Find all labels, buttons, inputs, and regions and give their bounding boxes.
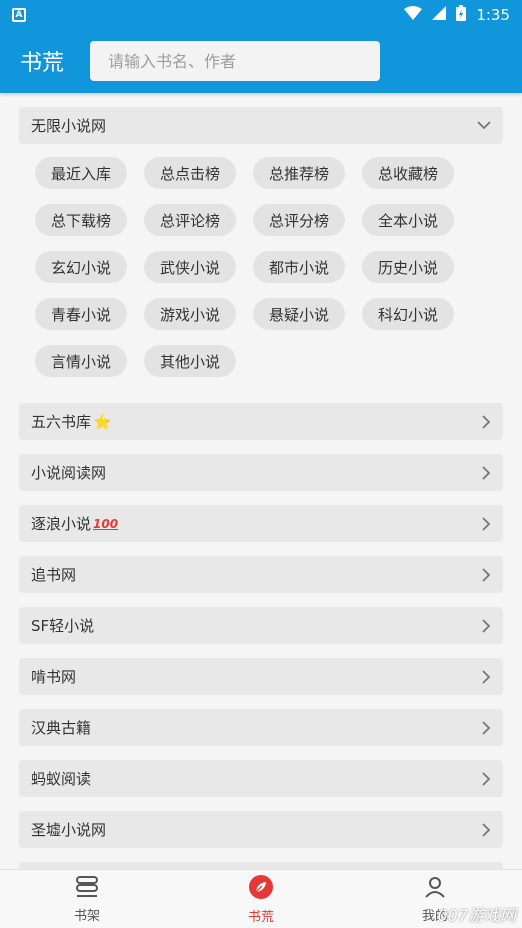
category-chip[interactable]: 全本小说 bbox=[362, 204, 454, 236]
chevron-right-icon bbox=[482, 414, 491, 429]
wifi-icon bbox=[404, 5, 423, 24]
app-bar: 书荒 bbox=[0, 29, 522, 93]
nav-label: 书架 bbox=[73, 908, 100, 924]
source-name: SF轻小说 bbox=[31, 617, 95, 635]
chevron-right-icon bbox=[482, 516, 491, 531]
source-row[interactable]: 汉典古籍 bbox=[19, 709, 503, 746]
category-chip[interactable]: 青春小说 bbox=[35, 298, 127, 330]
category-chip[interactable]: 言情小说 bbox=[35, 345, 127, 377]
category-chip[interactable]: 总评论榜 bbox=[144, 204, 236, 236]
nav-label: 书荒 bbox=[247, 909, 274, 925]
source-row[interactable]: 追书网 bbox=[19, 556, 503, 593]
source-row[interactable]: 小说阅读网 bbox=[19, 454, 503, 491]
chevron-right-icon bbox=[482, 567, 491, 582]
battery-icon bbox=[456, 4, 467, 25]
nav-bookshelf[interactable]: 书架 bbox=[0, 870, 174, 928]
chevron-right-icon bbox=[482, 669, 491, 684]
category-chip[interactable]: 最近入库 bbox=[35, 157, 127, 189]
category-chip[interactable]: 武侠小说 bbox=[144, 251, 236, 283]
category-chip[interactable]: 游戏小说 bbox=[144, 298, 236, 330]
source-row[interactable]: 啃书网 bbox=[19, 658, 503, 695]
source-row[interactable] bbox=[19, 862, 503, 869]
category-chip[interactable]: 总下载榜 bbox=[35, 204, 127, 236]
source-name: 蚂蚁阅读 bbox=[31, 770, 92, 788]
source-name: 汉典古籍 bbox=[31, 719, 92, 737]
source-name: 啃书网 bbox=[31, 668, 77, 686]
leaf-icon bbox=[248, 874, 274, 904]
source-row[interactable]: 圣墟小说网 bbox=[19, 811, 503, 848]
chevron-down-icon bbox=[477, 121, 491, 130]
chevron-right-icon bbox=[482, 720, 491, 735]
source-row[interactable]: 逐浪小说 100 bbox=[19, 505, 503, 542]
source-name: 圣墟小说网 bbox=[31, 821, 107, 839]
signal-icon bbox=[432, 5, 447, 24]
chevron-right-icon bbox=[482, 618, 491, 633]
status-bar: A 1:35 bbox=[0, 0, 522, 29]
category-chip[interactable]: 科幻小说 bbox=[362, 298, 454, 330]
chevron-right-icon bbox=[482, 822, 491, 837]
source-row[interactable]: 蚂蚁阅读 bbox=[19, 760, 503, 797]
page-title: 书荒 bbox=[20, 51, 65, 76]
clock: 1:35 bbox=[476, 5, 510, 24]
app-notification-icon: A bbox=[12, 7, 26, 22]
nav-discover[interactable]: 书荒 bbox=[174, 870, 348, 928]
watermark: 007游戏网 bbox=[437, 906, 516, 925]
star-icon: ⭐ bbox=[93, 412, 112, 431]
source-name: 五六书库 bbox=[31, 413, 92, 431]
source-list: 无限小说网 最近入库 总点击榜 总推荐榜 总收藏榜总下载榜 总评论榜 总评分榜 全本小说玄幻… bbox=[0, 93, 522, 869]
category-chip[interactable]: 总推荐榜 bbox=[253, 157, 345, 189]
category-chip[interactable]: 历史小说 bbox=[362, 251, 454, 283]
source-row[interactable]: SF轻小说 bbox=[19, 607, 503, 644]
category-chip[interactable]: 悬疑小说 bbox=[253, 298, 345, 330]
chevron-right-icon bbox=[482, 465, 491, 480]
bookshelf-icon bbox=[74, 875, 100, 903]
source-name: 无限小说网 bbox=[31, 117, 107, 135]
person-icon bbox=[423, 875, 447, 903]
category-chip[interactable]: 其他小说 bbox=[144, 345, 236, 377]
source-name: 小说阅读网 bbox=[31, 464, 107, 482]
hundred-points-icon: 100 bbox=[93, 516, 119, 531]
source-name: 追书网 bbox=[31, 566, 77, 584]
category-chip[interactable]: 总收藏榜 bbox=[362, 157, 454, 189]
category-chip[interactable]: 玄幻小说 bbox=[35, 251, 127, 283]
source-row[interactable]: 五六书库 ⭐ bbox=[19, 403, 503, 440]
chevron-right-icon bbox=[482, 771, 491, 786]
source-name: 逐浪小说 bbox=[31, 515, 92, 533]
search-input[interactable] bbox=[90, 41, 380, 81]
category-chip[interactable]: 都市小说 bbox=[253, 251, 345, 283]
category-chip[interactable]: 总评分榜 bbox=[253, 204, 345, 236]
category-chip[interactable]: 总点击榜 bbox=[144, 157, 236, 189]
source-row-expanded[interactable]: 无限小说网 bbox=[19, 107, 503, 144]
